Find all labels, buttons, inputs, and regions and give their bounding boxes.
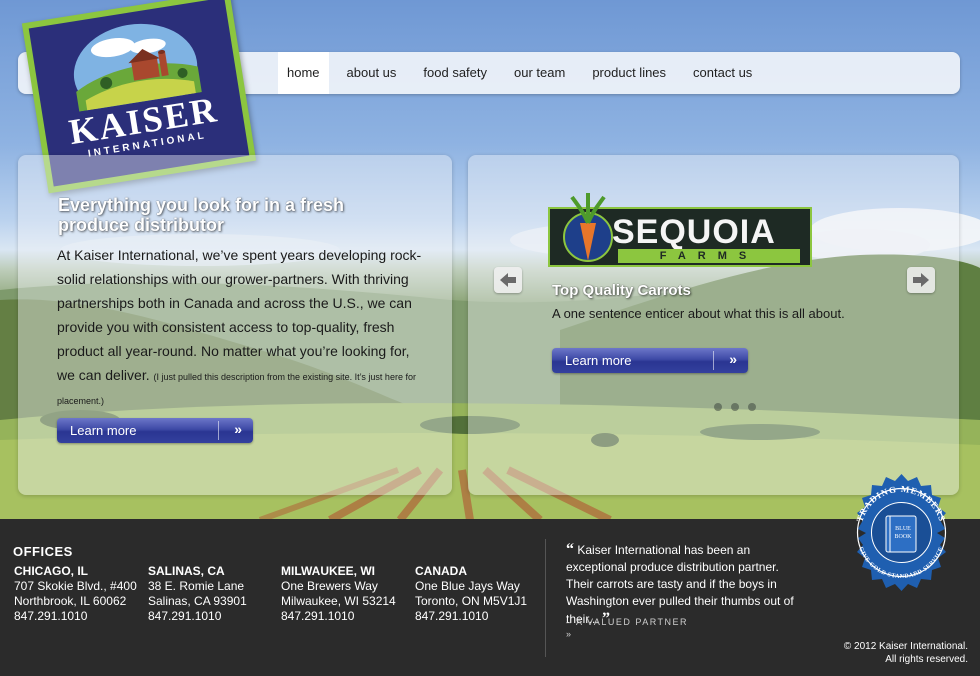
nav-about-us[interactable]: about us [338,52,406,94]
nav-food-safety[interactable]: food safety [414,52,496,94]
office-salinas: SALINAS, CA 38 E. Romie Lane Salinas, CA… [148,564,247,624]
nav-product-lines[interactable]: product lines [583,52,675,94]
attribution-mark: » [566,629,572,639]
nav-home[interactable]: home [278,52,329,94]
office-address-line1: 707 Skokie Blvd., #400 [14,579,137,593]
intro-learn-more-button[interactable]: Learn more » [57,418,253,443]
learn-more-label: Learn more [565,353,632,368]
office-city: CANADA [415,564,467,578]
seal-book-line1: BLUE [895,526,911,532]
office-phone: 847.291.1010 [281,609,355,623]
office-phone: 847.291.1010 [415,609,489,623]
office-city: MILWAUKEE, WI [281,564,375,578]
offices-heading: OFFICES [13,544,73,559]
testimonial-quote: “ Kaiser International has been an excep… [566,541,806,628]
nav-contact-us[interactable]: contact us [684,52,761,94]
testimonial-attribution: – A VALUED PARTNER [566,617,689,627]
office-address-line2: Toronto, ON M5V1J1 [415,594,528,608]
office-city: SALINAS, CA [148,564,225,578]
office-chicago: CHICAGO, IL 707 Skokie Blvd., #400 North… [14,564,137,624]
button-divider [218,421,219,440]
footer: OFFICES CHICAGO, IL 707 Skokie Blvd., #4… [0,519,980,676]
trading-members-seal[interactable]: TRADING MEMBERS GIVE GOLD STANDARD SERVI… [841,472,962,593]
sequoia-farms-logo[interactable]: SEQUOIA FARMS [548,193,812,267]
intro-text: At Kaiser International, we’ve spent yea… [57,243,427,411]
arrow-right-icon [913,273,929,287]
learn-more-label: Learn more [70,423,137,438]
intro-panel: Everything you look for in a fresh produ… [18,155,452,495]
nav-items: home about us food safety our team produ… [278,52,770,94]
slider-next-arrow[interactable] [907,267,935,293]
office-canada: CANADA One Blue Jays Way Toronto, ON M5V… [415,564,527,624]
office-address-line2: Salinas, CA 93901 [148,594,247,608]
slider-dot[interactable] [714,403,722,411]
featured-slider: SEQUOIA FARMS Top Quality Carrots A one … [468,155,959,495]
office-address-line1: One Brewers Way [281,579,378,593]
carrot-icon [563,193,613,262]
sequoia-wordmark: SEQUOIA [612,213,776,251]
open-quote-mark: “ [566,541,574,558]
office-address-line2: Northbrook, IL 60062 [14,594,127,608]
double-chevron-right-icon: » [729,351,737,367]
slider-prev-arrow[interactable] [494,267,522,293]
slider-dot[interactable] [731,403,739,411]
office-phone: 847.291.1010 [148,609,222,623]
office-phone: 847.291.1010 [14,609,88,623]
office-address-line1: 38 E. Romie Lane [148,579,245,593]
slider-pagination [714,403,756,411]
button-divider [713,351,714,370]
testimonial-text: Kaiser International has been an excepti… [566,543,794,626]
office-address-line2: Milwaukee, WI 53214 [281,594,396,608]
office-city: CHICAGO, IL [14,564,88,578]
slide-title: Top Quality Carrots [552,282,691,299]
sequoia-subtitle: FARMS [618,249,800,263]
office-address-line1: One Blue Jays Way [415,579,520,593]
blue-book-seal-icon: TRADING MEMBERS GIVE GOLD STANDARD SERVI… [854,474,947,591]
rights-line: All rights reserved. [885,654,968,665]
seal-book-line2: BOOK [894,534,912,540]
slider-dot[interactable] [748,403,756,411]
copyright: © 2012 Kaiser International. All rights … [844,640,968,666]
slide-description: A one sentence enticer about what this i… [552,306,845,321]
office-milwaukee: MILWAUKEE, WI One Brewers Way Milwaukee,… [281,564,396,624]
intro-body: At Kaiser International, we’ve spent yea… [57,247,422,383]
copyright-line: © 2012 Kaiser International. [843,641,968,652]
double-chevron-right-icon: » [234,421,242,437]
intro-headline: Everything you look for in a fresh produ… [58,195,345,235]
nav-our-team[interactable]: our team [505,52,574,94]
footer-divider [545,539,546,657]
arrow-left-icon [500,273,516,287]
slide-learn-more-button[interactable]: Learn more » [552,348,748,373]
